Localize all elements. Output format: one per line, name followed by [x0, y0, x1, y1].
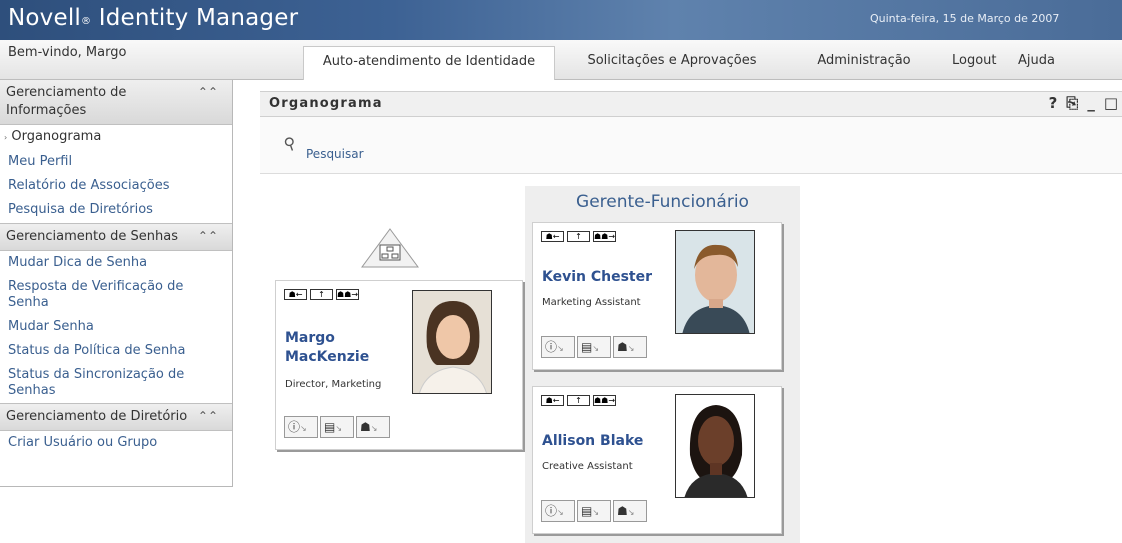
sidebar-item-directory-search[interactable]: Pesquisa de Diretórios	[0, 198, 232, 223]
brand-name: Novell	[8, 5, 82, 31]
tab-administration[interactable]: Administração	[789, 46, 939, 80]
person-card[interactable]: ☗← ↑ ☗☗→ Kevin Chester Marketing Assista…	[532, 222, 782, 370]
welcome-text: Bem-vindo, Margo	[8, 45, 127, 60]
card-actions: ⓘ↘ ▤↘ ☗↘	[284, 416, 390, 438]
sidebar-item-label: Organograma	[11, 129, 102, 144]
sidebar-item-my-profile[interactable]: Meu Perfil	[0, 150, 232, 174]
print-icon[interactable]: ⎘	[1066, 94, 1078, 112]
tab-identity-self-service[interactable]: Auto-atendimento de Identidade	[303, 46, 555, 80]
sidebar-item-change-password[interactable]: Mudar Senha	[0, 315, 232, 339]
person-photo	[675, 230, 755, 334]
show-reports-icon[interactable]: ☗☗→	[593, 395, 616, 406]
tab-requests-approvals[interactable]: Solicitações e Aprovações	[555, 46, 789, 80]
sidebar-item-password-sync-status[interactable]: Status da Sincronização de Senhas	[0, 363, 232, 403]
sidebar: Gerenciamento de Informações ⌃⌃ › Organo…	[0, 80, 233, 487]
relationship-title: Gerente-Funcionário	[576, 192, 749, 212]
sidebar-item-associations-report[interactable]: Relatório de Associações	[0, 174, 232, 198]
sidebar-item-challenge-response[interactable]: Resposta de Verificação de Senha	[0, 275, 232, 315]
org-relationship-icon[interactable]: ☗↘	[613, 500, 647, 522]
person-photo	[675, 394, 755, 498]
sidebar-item-password-policy-status[interactable]: Status da Política de Senha	[0, 339, 232, 363]
show-upper-level-icon[interactable]	[360, 227, 420, 269]
person-card[interactable]: ☗← ↑ ☗☗→ Allison Blake Creative Assistan…	[532, 386, 782, 534]
logout-link[interactable]: Logout	[939, 46, 1005, 80]
double-chevron-up-icon[interactable]: ⌃⌃	[198, 83, 218, 101]
person-photo	[412, 290, 492, 394]
sidebar-item-organograma[interactable]: › Organograma	[0, 125, 232, 150]
email-icon[interactable]: ▤↘	[320, 416, 354, 438]
person-name[interactable]: Kevin Chester	[542, 268, 652, 287]
email-icon[interactable]: ▤↘	[577, 500, 611, 522]
portlet-header: Organograma ? ⎘ _ □	[260, 91, 1122, 117]
app-brand: Novell® Identity Manager	[8, 5, 298, 31]
section-title: Gerenciamento de Diretório	[6, 409, 188, 424]
show-reports-icon[interactable]: ☗☗→	[593, 231, 616, 242]
maximize-icon[interactable]: □	[1104, 94, 1118, 112]
product-name: Identity Manager	[98, 5, 299, 31]
show-manager-icon[interactable]: ☗←	[541, 231, 564, 242]
main-content: Organograma ? ⎘ _ □ ⚲ Pesquisar Gerente-…	[260, 88, 1122, 543]
org-relationship-icon[interactable]: ☗↘	[356, 416, 390, 438]
job-title: Director, Marketing	[285, 379, 382, 390]
section-information-management[interactable]: Gerenciamento de Informações ⌃⌃	[0, 80, 232, 125]
portlet-title: Organograma	[269, 96, 383, 111]
search-link[interactable]: Pesquisar	[306, 147, 364, 161]
sidebar-item-create-user-group[interactable]: Criar Usuário ou Grupo	[0, 431, 232, 455]
email-icon[interactable]: ▤↘	[577, 336, 611, 358]
sidebar-item-change-password-hint[interactable]: Mudar Dica de Senha	[0, 251, 232, 275]
magnifier-icon[interactable]: ⚲	[281, 133, 299, 155]
app-header: Novell® Identity Manager Quinta-feira, 1…	[0, 0, 1122, 40]
section-title: Gerenciamento de Informações	[6, 85, 127, 118]
info-icon[interactable]: ⓘ↘	[541, 500, 575, 522]
double-chevron-up-icon[interactable]: ⌃⌃	[198, 227, 218, 245]
show-reports-icon[interactable]: ☗☗→	[336, 289, 359, 300]
job-title: Marketing Assistant	[542, 297, 641, 308]
move-up-icon[interactable]: ↑	[567, 395, 590, 406]
registered-mark: ®	[81, 16, 92, 27]
section-title: Gerenciamento de Senhas	[6, 229, 179, 244]
person-card[interactable]: ☗← ↑ ☗☗→ Margo MacKenzie Director, Marke…	[275, 280, 523, 450]
person-name[interactable]: Margo MacKenzie	[285, 329, 369, 367]
help-icon[interactable]: ?	[1049, 94, 1058, 112]
info-icon[interactable]: ⓘ↘	[541, 336, 575, 358]
portlet-controls: ? ⎘ _ □	[1049, 94, 1118, 112]
card-nav-buttons: ☗← ↑ ☗☗→	[284, 289, 359, 300]
person-first-name: Margo	[285, 330, 335, 346]
person-last-name: MacKenzie	[285, 349, 370, 365]
help-link[interactable]: Ajuda	[1005, 46, 1067, 80]
minimize-icon[interactable]: _	[1087, 94, 1095, 112]
current-date: Quinta-feira, 15 de Março de 2007	[870, 12, 1060, 25]
job-title: Creative Assistant	[542, 461, 633, 472]
card-actions: ⓘ↘ ▤↘ ☗↘	[541, 336, 647, 358]
double-chevron-up-icon[interactable]: ⌃⌃	[198, 407, 218, 425]
card-nav-buttons: ☗← ↑ ☗☗→	[541, 395, 616, 406]
manager-employee-column: Gerente-Funcionário ☗← ↑ ☗☗→ Kevin Chest…	[525, 186, 800, 543]
move-up-icon[interactable]: ↑	[567, 231, 590, 242]
info-icon[interactable]: ⓘ↘	[284, 416, 318, 438]
card-nav-buttons: ☗← ↑ ☗☗→	[541, 231, 616, 242]
move-up-icon[interactable]: ↑	[310, 289, 333, 300]
org-chart: Gerente-Funcionário ☗← ↑ ☗☗→ Kevin Chest…	[260, 174, 1122, 543]
search-bar: ⚲ Pesquisar	[260, 117, 1122, 174]
show-manager-icon[interactable]: ☗←	[541, 395, 564, 406]
show-manager-icon[interactable]: ☗←	[284, 289, 307, 300]
section-directory-management[interactable]: Gerenciamento de Diretório ⌃⌃	[0, 403, 232, 431]
main-tabs: Auto-atendimento de Identidade Solicitaç…	[303, 46, 1067, 80]
org-relationship-icon[interactable]: ☗↘	[613, 336, 647, 358]
section-password-management[interactable]: Gerenciamento de Senhas ⌃⌃	[0, 223, 232, 251]
card-actions: ⓘ↘ ▤↘ ☗↘	[541, 500, 647, 522]
person-name[interactable]: Allison Blake	[542, 432, 643, 451]
